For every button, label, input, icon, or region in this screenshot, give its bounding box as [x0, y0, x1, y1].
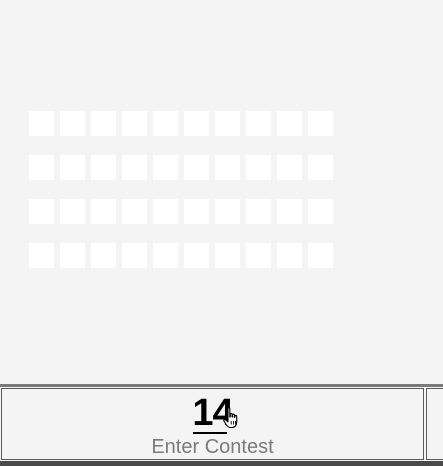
placeholder-cell	[60, 199, 85, 224]
enter-contest-label: Enter Contest	[151, 436, 274, 458]
placeholder-cell	[29, 243, 54, 268]
placeholder-cell	[153, 199, 178, 224]
bottom-bar: 14 Enter Contest	[0, 387, 443, 466]
placeholder-cell	[246, 155, 271, 180]
placeholder-cell	[215, 111, 240, 136]
placeholder-cell	[308, 243, 333, 268]
hand-pointer-icon	[223, 407, 238, 429]
placeholder-cell	[122, 155, 147, 180]
placeholder-cell	[153, 243, 178, 268]
placeholder-cell	[277, 199, 302, 224]
placeholder-cell	[91, 243, 116, 268]
placeholder-grid	[29, 111, 333, 268]
bottom-edge	[0, 461, 443, 466]
placeholder-cell	[246, 111, 271, 136]
placeholder-cell	[184, 199, 209, 224]
placeholder-cell	[308, 155, 333, 180]
placeholder-cell	[122, 243, 147, 268]
placeholder-cell	[91, 111, 116, 136]
placeholder-cell	[91, 199, 116, 224]
placeholder-cell	[60, 243, 85, 268]
placeholder-cell	[184, 111, 209, 136]
placeholder-cell	[60, 111, 85, 136]
placeholder-cell	[308, 111, 333, 136]
placeholder-cell	[153, 155, 178, 180]
placeholder-cell	[184, 243, 209, 268]
placeholder-cell	[277, 243, 302, 268]
placeholder-cell	[184, 155, 209, 180]
placeholder-cell	[60, 155, 85, 180]
placeholder-cell	[122, 111, 147, 136]
enter-contest-button[interactable]: 14 Enter Contest	[1, 388, 424, 460]
placeholder-cell	[215, 243, 240, 268]
placeholder-cell	[215, 199, 240, 224]
placeholder-cell	[277, 155, 302, 180]
placeholder-cell	[246, 199, 271, 224]
placeholder-cell	[153, 111, 178, 136]
main-panel	[0, 0, 443, 384]
placeholder-cell	[308, 199, 333, 224]
placeholder-cell	[277, 111, 302, 136]
placeholder-cell	[246, 243, 271, 268]
placeholder-cell	[29, 155, 54, 180]
placeholder-cell	[29, 199, 54, 224]
next-contest-tile[interactable]	[426, 388, 443, 460]
placeholder-cell	[122, 199, 147, 224]
number-underline	[193, 432, 227, 434]
placeholder-cell	[91, 155, 116, 180]
placeholder-cell	[29, 111, 54, 136]
placeholder-cell	[215, 155, 240, 180]
contest-number: 14	[192, 392, 233, 434]
